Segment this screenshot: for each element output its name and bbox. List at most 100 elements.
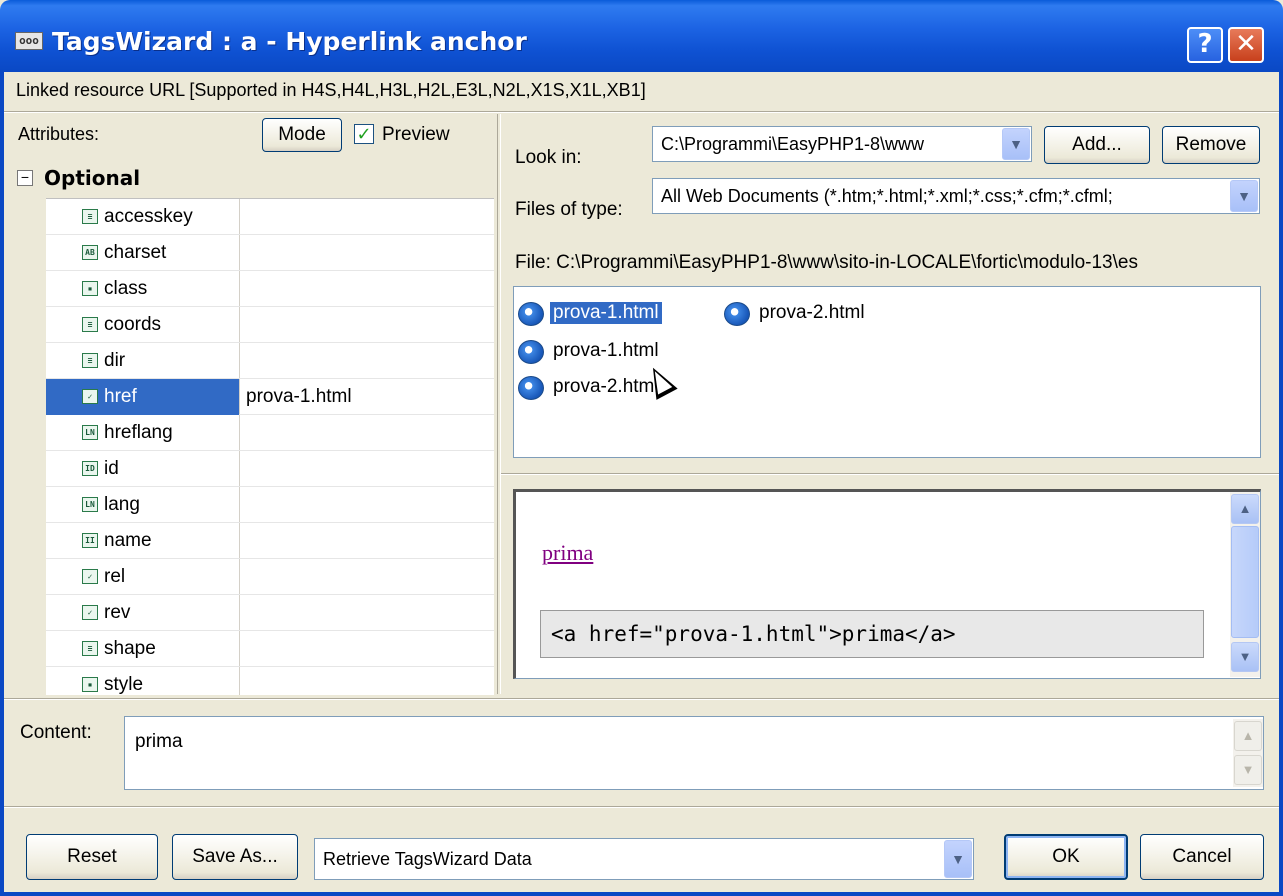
- attribute-name: rev: [104, 602, 131, 623]
- attribute-type-icon: ▪: [82, 281, 98, 296]
- attribute-type-icon: ✓: [82, 389, 98, 404]
- divider: [4, 806, 1279, 808]
- files-of-type-dropdown[interactable]: All Web Documents (*.htm;*.html;*.xml;*.…: [652, 178, 1260, 214]
- file-list[interactable]: prova-1.html prova-2.html prova-1.html prov…: [513, 286, 1261, 458]
- retrieve-dropdown[interactable]: Retrieve TagsWizard Data ▼: [314, 838, 974, 880]
- help-button[interactable]: ?: [1187, 27, 1223, 63]
- cancel-button[interactable]: Cancel: [1140, 834, 1264, 880]
- attribute-name: style: [104, 674, 144, 695]
- preview-scrollbar[interactable]: ▲ ▼: [1230, 492, 1260, 677]
- file-path-label: File: C:\Programmi\EasyPHP1-8\www\sito-i…: [515, 252, 1138, 273]
- scroll-thumb[interactable]: [1231, 526, 1259, 638]
- attribute-row-dir[interactable]: ≡ dir: [46, 343, 494, 379]
- attribute-type-icon: ✓: [82, 569, 98, 584]
- optional-group-label: Optional: [44, 166, 141, 190]
- attribute-name: accesskey: [104, 206, 193, 227]
- attribute-type-icon: ≡: [82, 353, 98, 368]
- preview-pane: prima <a href="prova-1.html">prima</a> ▲…: [513, 489, 1261, 679]
- reset-button[interactable]: Reset: [26, 834, 158, 880]
- close-button[interactable]: ✕: [1228, 27, 1264, 63]
- attribute-row-lang[interactable]: LN lang: [46, 487, 494, 523]
- attribute-row-class[interactable]: ▪ class: [46, 271, 494, 307]
- attributes-label: Attributes:: [18, 124, 100, 144]
- panel-splitter[interactable]: [497, 114, 501, 694]
- scroll-up-icon[interactable]: ▲: [1231, 494, 1259, 524]
- attribute-name: href: [104, 386, 137, 407]
- attribute-type-icon: ▪: [82, 677, 98, 692]
- attribute-row-coords[interactable]: ≡ coords: [46, 307, 494, 343]
- attribute-type-icon: ✓: [82, 605, 98, 620]
- attribute-name: charset: [104, 242, 167, 263]
- attribute-name: dir: [104, 350, 126, 371]
- files-of-type-label: Files of type:: [515, 199, 623, 220]
- attribute-name: lang: [104, 494, 140, 515]
- attribute-row-shape[interactable]: ≡ shape: [46, 631, 494, 667]
- attribute-row-charset[interactable]: AB charset: [46, 235, 494, 271]
- window-title: TagsWizard : a - Hyperlink anchor: [52, 27, 527, 56]
- remove-button[interactable]: Remove: [1162, 126, 1260, 164]
- content-scrollbar[interactable]: ▲ ▼: [1233, 719, 1263, 787]
- divider: [4, 111, 1279, 113]
- attribute-name: coords: [104, 314, 162, 335]
- look-in-label: Look in:: [515, 147, 582, 168]
- attribute-row-hreflang[interactable]: LN hreflang: [46, 415, 494, 451]
- attribute-type-icon: ≡: [82, 209, 98, 224]
- attribute-row-accesskey[interactable]: ≡ accesskey: [46, 199, 494, 235]
- preview-checkbox-label: Preview: [382, 124, 450, 145]
- attributes-table: ≡ accesskey AB charset ▪ class ≡ coords ≡ dir ✓ hre…: [46, 198, 494, 695]
- attribute-row-id[interactable]: ID id: [46, 451, 494, 487]
- preview-code: <a href="prova-1.html">prima</a>: [540, 610, 1204, 658]
- attribute-name: id: [104, 458, 119, 479]
- divider: [4, 698, 1279, 700]
- attribute-row-href[interactable]: ✓ href prova-1.html: [46, 379, 494, 415]
- attribute-type-icon: ≡: [82, 641, 98, 656]
- divider: [501, 473, 1279, 475]
- attribute-row-style[interactable]: ▪ style: [46, 667, 494, 695]
- attribute-type-icon: ≡: [82, 317, 98, 332]
- preview-link[interactable]: prima: [542, 540, 593, 566]
- app-icon: ooo: [15, 32, 43, 50]
- ie-document-icon: [518, 302, 544, 326]
- ok-button[interactable]: OK: [1004, 834, 1128, 880]
- look-in-dropdown[interactable]: C:\Programmi\EasyPHP1-8\www ▼: [652, 126, 1032, 162]
- file-name: prova-1.html: [553, 340, 659, 361]
- chevron-down-icon[interactable]: ▼: [1230, 180, 1258, 212]
- attribute-name: name: [104, 530, 152, 551]
- scroll-down-icon[interactable]: ▼: [1234, 755, 1262, 785]
- ie-document-icon: [518, 340, 544, 364]
- attribute-type-icon: AB: [82, 245, 98, 260]
- attribute-value[interactable]: prova-1.html: [246, 386, 352, 408]
- title-bar[interactable]: ooo TagsWizard : a - Hyperlink anchor ? …: [0, 0, 1283, 72]
- linked-resource-label: Linked resource URL [Supported in H4S,H4…: [16, 80, 646, 100]
- attribute-type-icon: LN: [82, 425, 98, 440]
- mode-button[interactable]: Mode: [262, 118, 342, 152]
- attribute-type-icon: II: [82, 533, 98, 548]
- chevron-down-icon[interactable]: ▼: [1002, 128, 1030, 160]
- ie-document-icon: [518, 376, 544, 400]
- selection-highlight: [46, 379, 239, 415]
- content-label: Content:: [20, 722, 92, 743]
- attribute-name: hreflang: [104, 422, 173, 443]
- save-as-button[interactable]: Save As...: [172, 834, 298, 880]
- retrieve-value: Retrieve TagsWizard Data: [323, 849, 532, 869]
- content-textarea[interactable]: prima ▲ ▼: [124, 716, 1264, 790]
- attribute-name: shape: [104, 638, 156, 659]
- file-name: prova-1.html: [550, 302, 662, 324]
- scroll-up-icon[interactable]: ▲: [1234, 721, 1262, 751]
- chevron-down-icon[interactable]: ▼: [944, 840, 972, 878]
- attribute-name: rel: [104, 566, 126, 587]
- add-button[interactable]: Add...: [1044, 126, 1150, 164]
- look-in-value: C:\Programmi\EasyPHP1-8\www: [661, 134, 925, 154]
- attribute-row-name[interactable]: II name: [46, 523, 494, 559]
- ie-document-icon: [724, 302, 750, 326]
- preview-checkbox[interactable]: ✓: [354, 124, 374, 144]
- files-of-type-value: All Web Documents (*.htm;*.html;*.xml;*.…: [661, 186, 1113, 206]
- file-name: prova-2.html: [759, 302, 865, 323]
- attribute-row-rev[interactable]: ✓ rev: [46, 595, 494, 631]
- scroll-down-icon[interactable]: ▼: [1231, 642, 1259, 672]
- attribute-name: class: [104, 278, 148, 299]
- collapse-toggle-icon[interactable]: −: [17, 170, 33, 186]
- attribute-type-icon: ID: [82, 461, 98, 476]
- content-value: prima: [135, 731, 183, 752]
- attribute-row-rel[interactable]: ✓ rel: [46, 559, 494, 595]
